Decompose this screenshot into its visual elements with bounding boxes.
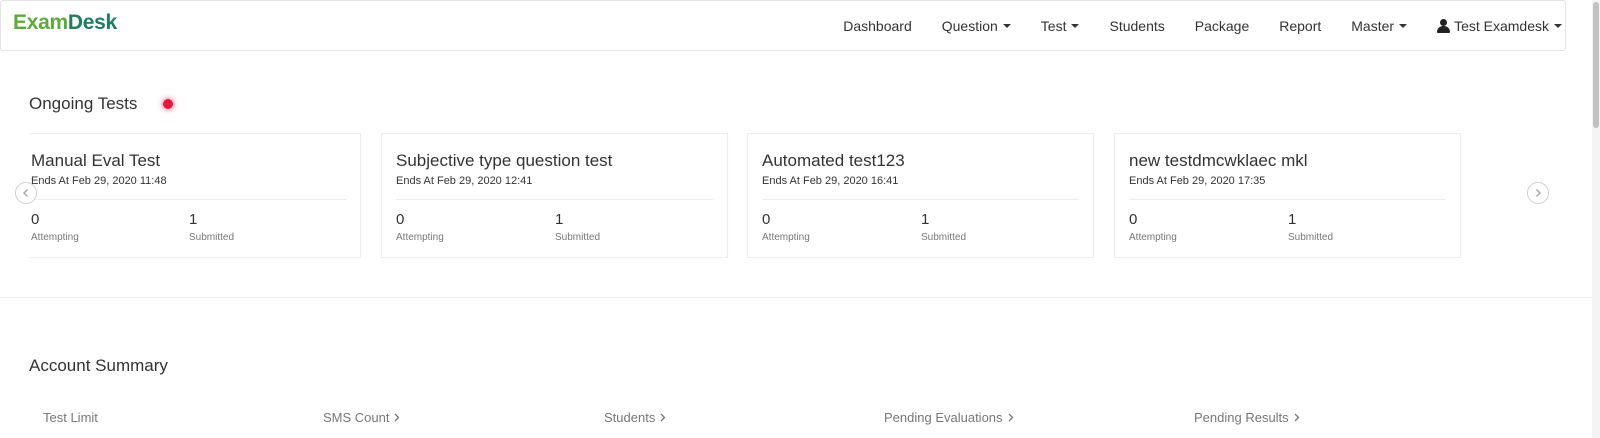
live-indicator-dot (163, 99, 173, 109)
ongoing-tests-title: Ongoing Tests (29, 94, 138, 113)
test-name: new testdmcwklaec mkl (1129, 151, 1308, 170)
summary-test-limit: Test Limit (43, 410, 98, 425)
summary-pending-results-link[interactable]: Pending Results (1194, 410, 1300, 425)
summary-label: Students (604, 410, 656, 425)
test-name: Subjective type question test (396, 151, 613, 170)
nav-master-label: Master (1351, 17, 1395, 34)
test-end-time: Ends At Feb 29, 2020 12:41 (396, 175, 533, 187)
summary-label: Pending Results (1194, 410, 1289, 425)
carousel-prev-button[interactable] (15, 182, 37, 204)
nav-dashboard-label: Dashboard (843, 17, 912, 34)
carousel-next-button[interactable] (1527, 182, 1549, 204)
test-name: Automated test123 (762, 151, 905, 170)
test-card[interactable]: new testdmcwklaec mkl Ends At Feb 29, 20… (1114, 133, 1461, 258)
test-card[interactable]: Subjective type question test Ends At Fe… (381, 133, 728, 258)
test-card[interactable]: Manual Eval Test Ends At Feb 29, 2020 11… (30, 133, 361, 258)
submitted-label: Submitted (921, 232, 967, 243)
examdesk-logo[interactable]: ExamDesk (13, 11, 117, 35)
test-end-time: Ends At Feb 29, 2020 11:48 (31, 175, 167, 187)
nav-package[interactable]: Package (1180, 18, 1264, 34)
summary-sms-count-link[interactable]: SMS Count (323, 410, 400, 425)
summary-label: Pending Evaluations (884, 410, 1003, 425)
ongoing-tests-carousel: Manual Eval Test Ends At Feb 29, 2020 11… (30, 133, 1510, 258)
attempting-count: 0 (1129, 211, 1138, 228)
logo-desk-text: Desk (67, 11, 117, 34)
summary-students-link[interactable]: Students (604, 410, 666, 425)
card-divider (762, 199, 1079, 200)
test-end-time: Ends At Feb 29, 2020 17:35 (1129, 175, 1266, 187)
nav-dashboard[interactable]: Dashboard (828, 18, 927, 34)
caret-down-icon (1071, 23, 1080, 28)
account-summary-title: Account Summary (29, 356, 168, 375)
submitted-count: 1 (1288, 211, 1297, 228)
attempting-count: 0 (396, 211, 405, 228)
chevron-right-icon (1008, 413, 1013, 422)
scrollbar-thumb[interactable] (1593, 2, 1599, 128)
chevron-left-icon (22, 188, 29, 198)
attempting-label: Attempting (31, 232, 79, 243)
test-end-time: Ends At Feb 29, 2020 16:41 (762, 175, 899, 187)
user-menu-dropdown[interactable]: Test Examdesk (1422, 18, 1565, 34)
user-icon (1437, 18, 1451, 33)
attempting-count: 0 (31, 211, 40, 228)
summary-label: Test Limit (43, 410, 98, 425)
user-name-label: Test Examdesk (1454, 17, 1549, 34)
submitted-count: 1 (555, 211, 564, 228)
chevron-right-icon (660, 413, 666, 422)
submitted-label: Submitted (1288, 232, 1334, 243)
section-divider (0, 297, 1592, 298)
chevron-right-icon (1535, 188, 1542, 198)
nav-test-dropdown[interactable]: Test (1026, 18, 1095, 34)
submitted-label: Submitted (555, 232, 601, 243)
submitted-label: Submitted (189, 232, 235, 243)
test-card[interactable]: Automated test123 Ends At Feb 29, 2020 1… (747, 133, 1094, 258)
nav-students[interactable]: Students (1094, 18, 1179, 34)
nav-report-label: Report (1279, 17, 1322, 34)
submitted-count: 1 (921, 211, 930, 228)
nav-question-label: Question (941, 17, 998, 34)
chevron-right-icon (395, 413, 400, 422)
logo-exam-text: Exam (13, 11, 68, 34)
nav-master-dropdown[interactable]: Master (1336, 18, 1422, 34)
top-navbar: ExamDesk Dashboard Question Test Student… (0, 0, 1566, 51)
chevron-right-icon (1294, 413, 1300, 422)
attempting-count: 0 (762, 211, 771, 228)
test-name: Manual Eval Test (31, 151, 161, 170)
summary-pending-evaluations-link[interactable]: Pending Evaluations (884, 410, 1014, 425)
attempting-label: Attempting (762, 232, 810, 243)
card-divider (396, 199, 713, 200)
attempting-label: Attempting (396, 232, 444, 243)
nav-test-label: Test (1040, 17, 1067, 34)
attempting-label: Attempting (1129, 232, 1177, 243)
nav-report[interactable]: Report (1264, 18, 1336, 34)
page-scrollbar[interactable] (1592, 0, 1600, 438)
nav-menu: Dashboard Question Test Students Package… (828, 1, 1565, 50)
nav-students-label: Students (1109, 17, 1165, 34)
card-divider (31, 199, 346, 200)
nav-question-dropdown[interactable]: Question (927, 18, 1026, 34)
card-divider (1129, 199, 1446, 200)
caret-down-icon (1002, 23, 1011, 28)
summary-label: SMS Count (323, 410, 390, 425)
submitted-count: 1 (189, 211, 198, 228)
caret-down-icon (1554, 23, 1562, 28)
caret-down-icon (1399, 23, 1408, 28)
nav-package-label: Package (1194, 17, 1250, 34)
